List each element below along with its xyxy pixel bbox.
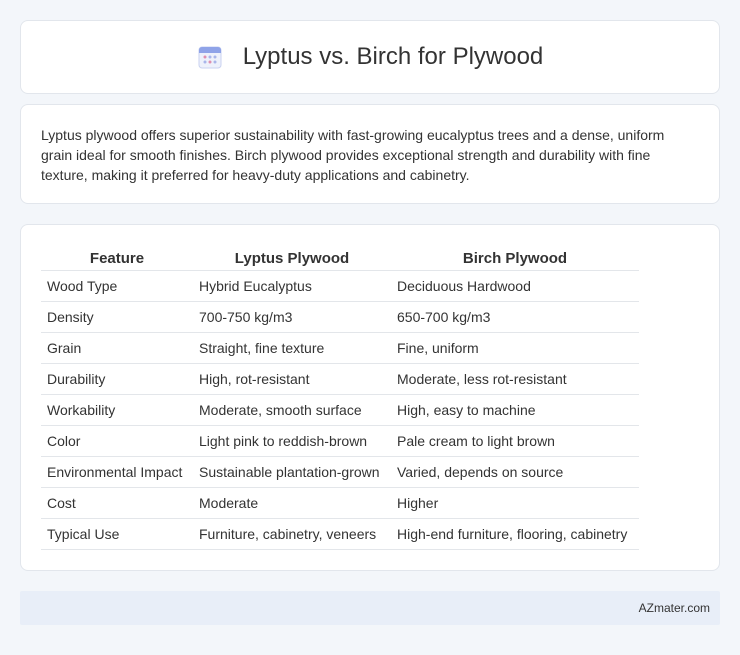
table-row: Wood Type Hybrid Eucalyptus Deciduous Ha…: [41, 270, 639, 302]
column-header-lyptus: Lyptus Plywood: [193, 245, 391, 271]
table-row: Color Light pink to reddish-brown Pale c…: [41, 425, 639, 457]
table-row: Density 700-750 kg/m3 650-700 kg/m3: [41, 301, 639, 333]
feature-cell: Durability: [41, 363, 193, 395]
summary-text: Lyptus plywood offers superior sustainab…: [41, 127, 665, 183]
birch-cell: Deciduous Hardwood: [391, 270, 639, 302]
page-title: Lyptus vs. Birch for Plywood: [242, 43, 544, 70]
birch-cell: Higher: [391, 487, 639, 519]
table-row: Durability High, rot-resistant Moderate,…: [41, 363, 639, 395]
table-row: Workability Moderate, smooth surface Hig…: [41, 394, 639, 426]
comparison-table: Feature Lyptus Plywood Birch Plywood Woo…: [41, 245, 639, 550]
birch-cell: 650-700 kg/m3: [391, 301, 639, 333]
birch-cell: High-end furniture, flooring, cabinetry: [391, 518, 639, 550]
title-wrap: Lyptus vs. Birch for Plywood: [197, 43, 544, 71]
birch-cell: Fine, uniform: [391, 332, 639, 364]
footer: AZmater.com: [20, 591, 720, 625]
table-row: Grain Straight, fine texture Fine, unifo…: [41, 332, 639, 364]
column-header-feature: Feature: [41, 245, 193, 271]
table-row: Cost Moderate Higher: [41, 487, 639, 519]
feature-cell: Typical Use: [41, 518, 193, 550]
feature-cell: Environmental Impact: [41, 456, 193, 488]
lyptus-cell: 700-750 kg/m3: [193, 301, 391, 333]
calendar-icon: [198, 46, 222, 69]
table-header-row: Feature Lyptus Plywood Birch Plywood: [41, 245, 639, 271]
birch-cell: Pale cream to light brown: [391, 425, 639, 457]
lyptus-cell: Furniture, cabinetry, veneers: [193, 518, 391, 550]
column-header-birch: Birch Plywood: [391, 245, 639, 271]
comparison-table-card: Feature Lyptus Plywood Birch Plywood Woo…: [20, 224, 720, 571]
feature-cell: Wood Type: [41, 270, 193, 302]
header-card: Lyptus vs. Birch for Plywood: [20, 20, 720, 94]
footer-source-text: AZmater.com: [638, 601, 710, 615]
lyptus-cell: Straight, fine texture: [193, 332, 391, 364]
birch-cell: Moderate, less rot-resistant: [391, 363, 639, 395]
lyptus-cell: Hybrid Eucalyptus: [193, 270, 391, 302]
lyptus-cell: Sustainable plantation-grown: [193, 456, 391, 488]
lyptus-cell: Moderate, smooth surface: [193, 394, 391, 426]
summary-card: Lyptus plywood offers superior sustainab…: [20, 104, 720, 204]
feature-cell: Color: [41, 425, 193, 457]
table-row: Environmental Impact Sustainable plantat…: [41, 456, 639, 488]
lyptus-cell: Moderate: [193, 487, 391, 519]
lyptus-cell: Light pink to reddish-brown: [193, 425, 391, 457]
feature-cell: Workability: [41, 394, 193, 426]
feature-cell: Grain: [41, 332, 193, 364]
feature-cell: Cost: [41, 487, 193, 519]
birch-cell: High, easy to machine: [391, 394, 639, 426]
birch-cell: Varied, depends on source: [391, 456, 639, 488]
lyptus-cell: High, rot-resistant: [193, 363, 391, 395]
feature-cell: Density: [41, 301, 193, 333]
table-row: Typical Use Furniture, cabinetry, veneer…: [41, 518, 639, 550]
